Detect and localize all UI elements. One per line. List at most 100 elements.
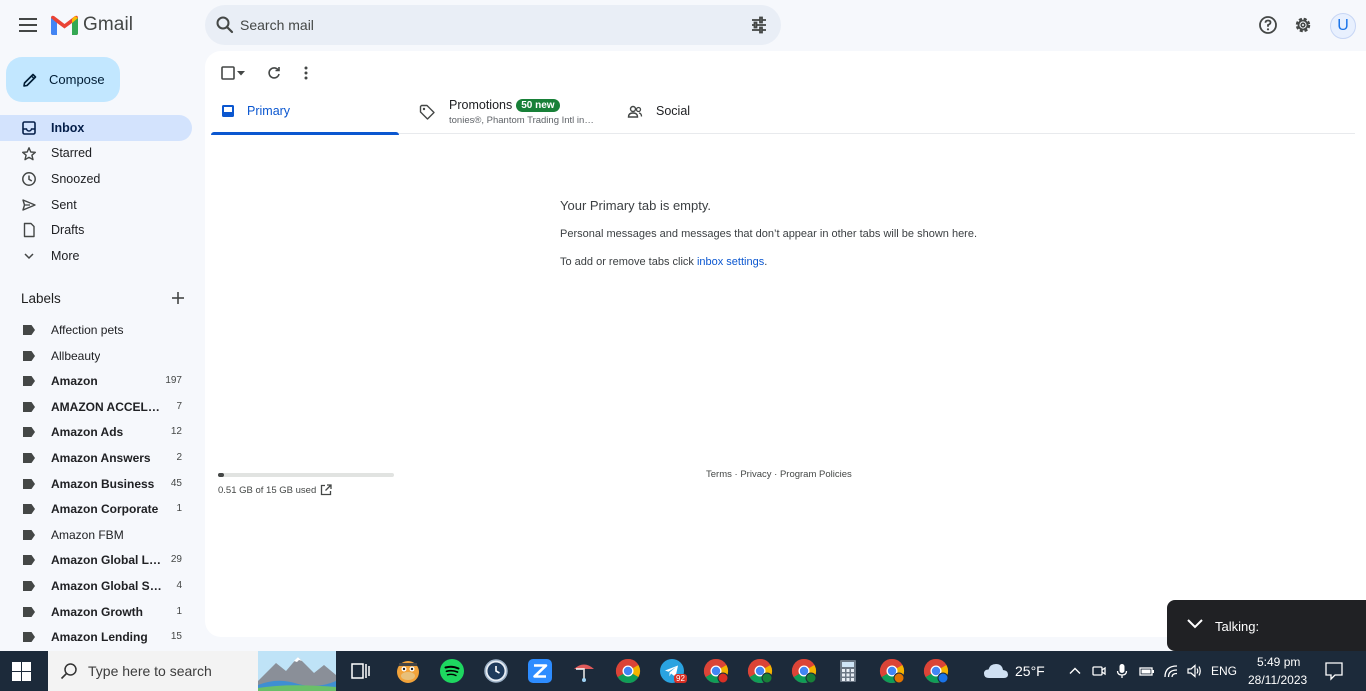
label-item[interactable]: Allbeauty: [0, 343, 192, 369]
search-options-icon[interactable]: [749, 15, 769, 35]
calculator-icon[interactable]: [835, 658, 861, 684]
camera-icon[interactable]: [1091, 663, 1107, 679]
labels-list: Affection pets Allbeauty Amazon 197 AMAZON A…: [0, 317, 192, 650]
label-item[interactable]: Amazon Growth 1: [0, 599, 192, 625]
zoom-icon[interactable]: [527, 658, 553, 684]
sidebar-item-sent[interactable]: Sent: [0, 192, 192, 218]
tab-primary[interactable]: Primary: [211, 89, 399, 135]
compose-button[interactable]: Compose: [6, 57, 120, 102]
label-tag-icon: [23, 606, 35, 617]
inbox-settings-link[interactable]: inbox settings: [697, 256, 764, 268]
network-app-icon[interactable]: [571, 658, 597, 684]
program-policies-link[interactable]: Program Policies: [780, 469, 852, 480]
search-input[interactable]: [239, 5, 719, 45]
game-app-icon[interactable]: [395, 658, 421, 684]
select-dropdown[interactable]: [234, 63, 248, 83]
spotify-icon[interactable]: [439, 658, 465, 684]
label-item[interactable]: Amazon Business 45: [0, 471, 192, 497]
settings-gear-icon[interactable]: [1293, 15, 1313, 35]
sidebar-item-label: More: [51, 248, 80, 263]
clock-app-icon[interactable]: [483, 658, 509, 684]
send-icon: [22, 199, 36, 211]
sidebar-item-label: Drafts: [51, 223, 85, 238]
label-name: Amazon: [51, 374, 98, 389]
task-view-icon[interactable]: [348, 658, 374, 684]
wifi-icon[interactable]: [1163, 663, 1179, 679]
talking-popup[interactable]: Talking:: [1167, 600, 1366, 651]
weather-cloud-icon[interactable]: [982, 661, 1010, 681]
sidebar-item-more[interactable]: More: [0, 243, 192, 269]
label-name: Amazon Business: [51, 476, 155, 491]
open-in-new-icon[interactable]: [320, 484, 332, 496]
help-icon[interactable]: [1258, 15, 1278, 35]
privacy-link[interactable]: Privacy: [740, 469, 771, 480]
terms-link[interactable]: Terms: [706, 469, 732, 480]
chrome-icon[interactable]: [879, 658, 905, 684]
label-tag-icon: [23, 401, 35, 412]
chrome-icon[interactable]: [791, 658, 817, 684]
gmail-logo[interactable]: Gmail: [51, 14, 133, 36]
active-tab-indicator: [211, 132, 399, 135]
search-icon[interactable]: [215, 15, 235, 35]
label-item[interactable]: AMAZON ACCELER… 7: [0, 394, 192, 420]
main-menu-button[interactable]: [14, 11, 42, 39]
app-title: Gmail: [83, 14, 134, 35]
microphone-icon[interactable]: [1114, 663, 1130, 679]
inbox-tab-icon: [222, 105, 234, 117]
add-label-icon[interactable]: [171, 291, 185, 305]
taskbar-search-box[interactable]: Type here to search: [48, 651, 336, 691]
label-tag-icon: [23, 376, 35, 387]
account-avatar[interactable]: U: [1330, 13, 1356, 39]
draft-icon: [23, 223, 35, 238]
chrome-icon[interactable]: [747, 658, 773, 684]
label-item[interactable]: Amazon Lending 15: [0, 624, 192, 650]
input-language[interactable]: ENG: [1211, 664, 1237, 678]
more-actions-button[interactable]: [296, 63, 316, 83]
sidebar-item-snoozed[interactable]: Snoozed: [0, 166, 192, 192]
taskbar-search-placeholder: Type here to search: [88, 663, 212, 679]
sidebar-item-label: Snoozed: [51, 171, 101, 186]
search-bar: [205, 5, 781, 45]
chrome-icon[interactable]: [615, 658, 641, 684]
label-item[interactable]: Amazon Corporate 1: [0, 496, 192, 522]
label-name: Amazon FBM: [51, 527, 124, 542]
tab-social[interactable]: Social: [621, 89, 821, 134]
sidebar-item-inbox[interactable]: Inbox: [0, 115, 192, 141]
label-item[interactable]: Amazon 197: [0, 368, 192, 394]
taskbar-date[interactable]: 28/11/2023: [1248, 673, 1307, 687]
chrome-icon[interactable]: [923, 658, 949, 684]
label-name: Amazon Corporate: [51, 502, 159, 517]
windows-start-icon[interactable]: [12, 662, 31, 681]
promotions-label-text: Promotions: [449, 98, 513, 112]
label-item[interactable]: Amazon Answers 2: [0, 445, 192, 471]
sidebar-nav: Inbox Starred Snoozed Sent Drafts More: [0, 115, 192, 269]
label-item[interactable]: Amazon FBM: [0, 522, 192, 548]
label-tag-icon: [23, 580, 35, 591]
search-icon: [60, 663, 77, 680]
tab-promotions[interactable]: Promotions 50 new tonies®, Phantom Tradin…: [412, 89, 612, 134]
category-tabs: Primary Promotions 50 new tonies®, Phanto…: [211, 89, 1355, 135]
notifications-icon[interactable]: [1324, 661, 1344, 681]
volume-icon[interactable]: [1186, 663, 1202, 679]
battery-icon[interactable]: [1139, 663, 1155, 679]
refresh-button[interactable]: [264, 63, 284, 83]
hint-suffix: .: [764, 256, 768, 268]
tab-primary-label: Primary: [247, 104, 291, 118]
weather-temperature[interactable]: 25°F: [1015, 663, 1045, 679]
sidebar-item-drafts[interactable]: Drafts: [0, 217, 192, 243]
hamburger-icon: [19, 18, 37, 32]
label-item[interactable]: Affection pets: [0, 317, 192, 343]
chrome-icon[interactable]: [703, 658, 729, 684]
empty-state-title: Your Primary tab is empty.: [560, 198, 711, 213]
sidebar-item-starred[interactable]: Starred: [0, 141, 192, 167]
label-item[interactable]: Amazon Ads 12: [0, 419, 192, 445]
label-item[interactable]: Amazon Global Lo… 29: [0, 547, 192, 573]
star-icon: [22, 146, 36, 160]
chevron-up-icon[interactable]: [1067, 663, 1083, 679]
label-item[interactable]: Amazon Global Sell… 4: [0, 573, 192, 599]
taskbar-time[interactable]: 5:49 pm: [1257, 655, 1300, 669]
more-vert-icon: [304, 66, 308, 80]
pencil-icon: [23, 73, 37, 87]
label-name: Amazon Answers: [51, 450, 151, 465]
checkbox-icon: [221, 66, 235, 80]
